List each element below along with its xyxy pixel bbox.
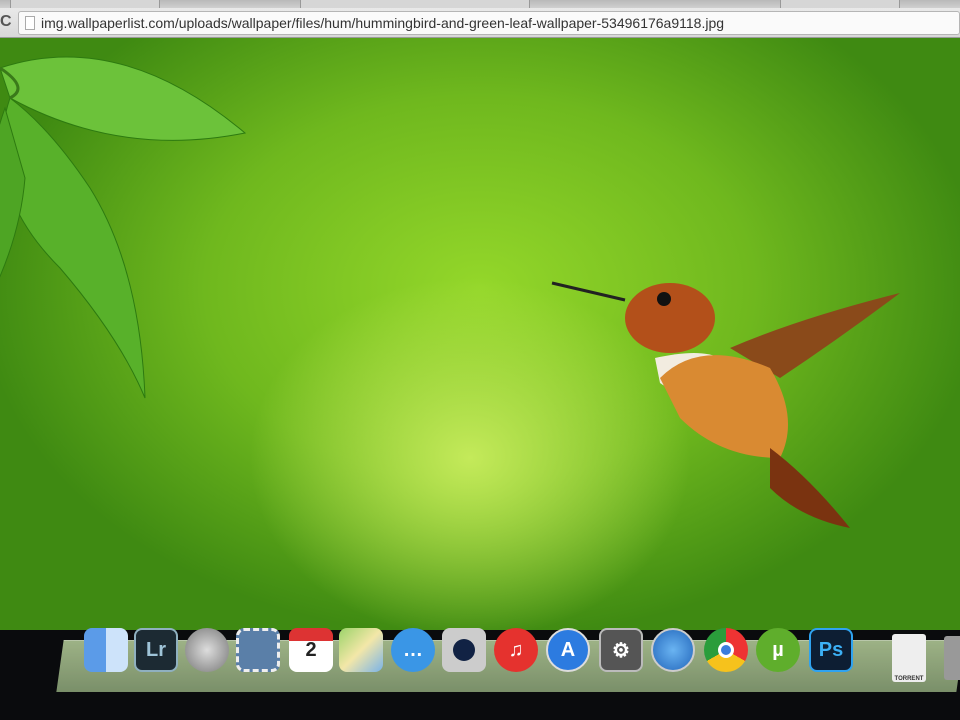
dock-messages[interactable]: … xyxy=(391,628,435,672)
dock-maps[interactable] xyxy=(339,628,383,672)
app-store-icon: A xyxy=(560,638,576,661)
torrent-file-icon: TORRENT xyxy=(894,676,924,682)
dock-mail[interactable] xyxy=(236,628,280,672)
dock-calendar[interactable]: 2 xyxy=(289,628,333,672)
dock-finder[interactable] xyxy=(84,628,128,672)
dock-safari[interactable] xyxy=(651,628,695,672)
dock-system-preferences[interactable]: ⚙ xyxy=(599,628,643,672)
page-icon xyxy=(25,16,35,30)
browser-toolbar: C img.wallpaperlist.com/uploads/wallpape… xyxy=(0,8,960,38)
music-note-icon: ♫ xyxy=(508,638,524,661)
photoshop-icon: Ps xyxy=(818,638,844,661)
tab-strip[interactable] xyxy=(0,0,960,8)
address-bar[interactable]: img.wallpaperlist.com/uploads/wallpaper/… xyxy=(18,11,960,35)
dock-app-store[interactable]: A xyxy=(546,628,590,672)
utorrent-icon: µ xyxy=(772,638,784,661)
dock-torrent-file[interactable]: TORRENT xyxy=(892,634,926,682)
camera-icon xyxy=(453,639,475,661)
tab[interactable] xyxy=(300,0,530,8)
dock-trash[interactable] xyxy=(944,636,960,680)
lightroom-icon: Lr xyxy=(146,638,166,661)
dock-utorrent[interactable]: µ xyxy=(756,628,800,672)
tab[interactable] xyxy=(780,0,900,8)
chrome-icon xyxy=(718,642,734,658)
dock-facetime[interactable] xyxy=(442,628,486,672)
dock-itunes[interactable]: ♫ xyxy=(494,628,538,672)
tab[interactable] xyxy=(10,0,160,8)
dock-lightroom[interactable]: Lr xyxy=(134,628,178,672)
url-text[interactable]: img.wallpaperlist.com/uploads/wallpaper/… xyxy=(41,15,724,31)
dock-launchpad[interactable] xyxy=(185,628,229,672)
hummingbird xyxy=(551,281,900,528)
messages-icon: … xyxy=(403,638,423,661)
calendar-icon: 2 xyxy=(305,638,317,661)
wallpaper-image xyxy=(0,38,960,630)
dock-photoshop[interactable]: Ps xyxy=(809,628,853,672)
gear-icon: ⚙ xyxy=(612,639,630,662)
leaf-cluster xyxy=(0,56,247,399)
wallpaper-art xyxy=(0,56,900,528)
dock-chrome[interactable] xyxy=(704,628,748,672)
reload-icon[interactable]: C xyxy=(0,13,12,31)
